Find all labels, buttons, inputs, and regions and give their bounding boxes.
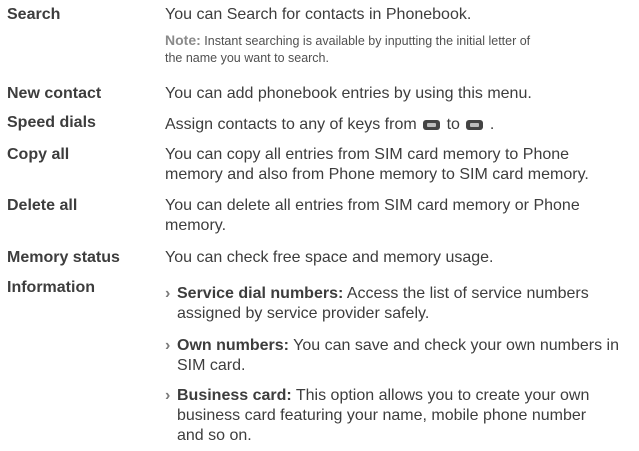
info-item-text: This option allows you to create your ow… (295, 387, 590, 404)
term-search: Search (7, 6, 61, 23)
desc-speed-dials: Assign contacts to any of keys from to . (165, 115, 635, 135)
note-line1: Instant searching is available by inputt… (204, 34, 531, 48)
info-item-text-cont: SIM card. (177, 357, 246, 374)
info-item-title: Business card: (177, 387, 292, 404)
info-item-text-cont: business card featuring your name, mobil… (177, 407, 587, 424)
key-2-icon (423, 119, 441, 130)
desc-search: You can Search for contacts in Phonebook… (165, 6, 472, 23)
term-memory-status: Memory status (7, 249, 120, 266)
copy-all-line2: memory and also from Phone memory to SIM… (165, 166, 589, 183)
term-speed-dials: Speed dials (7, 114, 96, 131)
term-delete-all: Delete all (7, 197, 78, 214)
desc-copy-all: You can copy all entries from SIM card m… (165, 145, 635, 185)
info-item-title: Service dial numbers: (177, 285, 344, 302)
desc-new-contact: You can add phonebook entries by using t… (165, 85, 532, 102)
delete-all-line1: You can delete all entries from SIM card… (165, 197, 580, 214)
info-item-service-dial: › Service dial numbers: Access the list o… (165, 284, 635, 324)
delete-all-line2: memory. (165, 217, 227, 234)
note-search: Note: Instant searching is available by … (165, 32, 635, 67)
speed-dials-suffix: . (489, 116, 495, 133)
chevron-right-icon: › (165, 285, 171, 302)
term-copy-all: Copy all (7, 146, 70, 163)
chevron-right-icon: › (165, 387, 171, 404)
info-item-business-card: › Business card: This option allows you t… (165, 386, 635, 446)
info-item-own-numbers: › Own numbers: You can save and check you… (165, 336, 635, 376)
term-new-contact: New contact (7, 85, 102, 102)
desc-delete-all: You can delete all entries from SIM card… (165, 196, 635, 236)
info-item-text: Access the list of service numbers (346, 285, 589, 302)
term-information: Information (7, 279, 95, 296)
copy-all-line1: You can copy all entries from SIM card m… (165, 146, 570, 163)
note-line2: the name you want to search. (165, 51, 329, 65)
note-label: Note: (165, 32, 201, 48)
info-item-text-cont: and so on. (177, 427, 252, 444)
info-item-text: You can save and check your own numbers … (293, 337, 619, 354)
desc-memory-status: You can check free space and memory usag… (165, 249, 494, 266)
speed-dials-mid: to (446, 116, 460, 133)
chevron-right-icon: › (165, 337, 171, 354)
info-item-text-cont: assigned by service provider safely. (177, 305, 430, 322)
speed-dials-prefix: Assign contacts to any of keys from (165, 116, 417, 133)
info-item-title: Own numbers: (177, 337, 290, 354)
key-9-icon (466, 119, 484, 130)
